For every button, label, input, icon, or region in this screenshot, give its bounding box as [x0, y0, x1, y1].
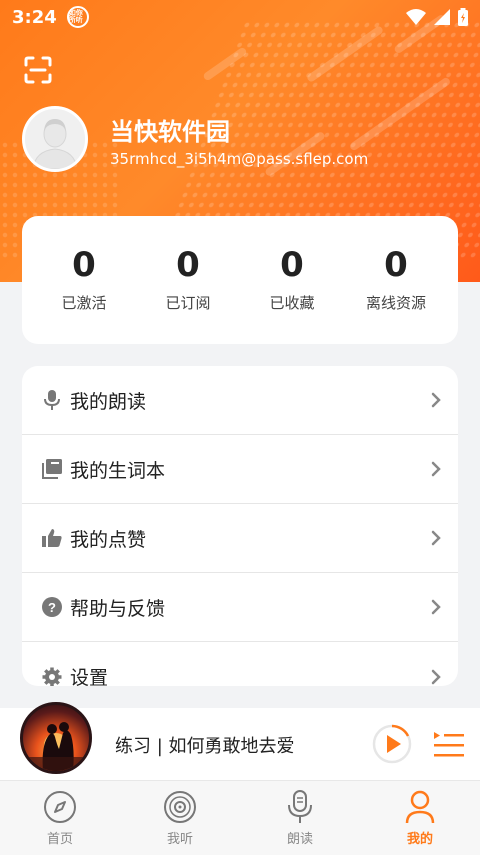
stat-value: 0 [176, 244, 200, 285]
chevron-right-icon [431, 392, 441, 408]
mini-player[interactable]: 练习 | 如何勇敢地去爱 [0, 702, 480, 780]
menu-item-label: 我的生词本 [70, 459, 166, 482]
tab-listen[interactable]: 我听 [120, 781, 240, 855]
menu-item-my-reading[interactable]: 我的朗读 [22, 366, 458, 435]
tab-label: 朗读 [286, 831, 313, 847]
book-icon [42, 459, 62, 479]
user-name[interactable]: 当快软件园 [110, 112, 230, 147]
person-icon [405, 790, 435, 823]
stat-offline[interactable]: 0 离线资源 [351, 248, 441, 313]
battery-icon [458, 8, 468, 26]
tab-home[interactable]: 首页 [0, 781, 120, 855]
scan-icon[interactable] [24, 56, 52, 84]
stats-card: 0 已激活 0 已订阅 0 已收藏 0 离线资源 [22, 216, 458, 344]
stat-label: 已收藏 [269, 293, 315, 312]
stat-label: 已订阅 [165, 293, 211, 312]
stat-value: 0 [384, 244, 408, 285]
playlist-icon[interactable] [432, 730, 464, 760]
chevron-right-icon [431, 599, 441, 615]
menu-item-label: 帮助与反馈 [70, 597, 166, 620]
tab-label: 我听 [166, 831, 193, 847]
tab-read-aloud[interactable]: 朗读 [240, 781, 360, 855]
menu-item-likes[interactable]: 我的点赞 [22, 504, 458, 573]
microphone-icon [42, 390, 62, 410]
bottom-tab-bar: 首页 我听 朗读 我的 [0, 780, 480, 855]
status-time: 3:24 [12, 6, 57, 28]
album-cover[interactable] [20, 702, 92, 774]
menu-card: 我的朗读 我的生词本 我的点赞 ? 帮助与反馈 设置 [22, 366, 458, 686]
signal-icon [434, 9, 450, 25]
thumbs-up-icon [42, 528, 62, 548]
now-playing-title[interactable]: 练习 | 如何勇敢地去爱 [115, 732, 295, 758]
svg-text:?: ? [48, 600, 56, 615]
chevron-right-icon [431, 669, 441, 684]
menu-item-vocabulary[interactable]: 我的生词本 [22, 435, 458, 504]
app-notification-icon: 如你所听 [66, 6, 89, 28]
play-icon[interactable] [372, 724, 412, 764]
microphone-icon [288, 789, 312, 823]
wifi-icon [406, 9, 426, 25]
help-icon: ? [42, 597, 62, 617]
stat-value: 0 [280, 244, 304, 285]
menu-item-label: 我的朗读 [70, 390, 147, 413]
stat-label: 已激活 [61, 293, 107, 312]
menu-item-label: 我的点赞 [70, 528, 147, 551]
menu-item-settings[interactable]: 设置 [22, 642, 458, 686]
stat-subscribed[interactable]: 0 已订阅 [143, 248, 233, 313]
couple-silhouette-image [23, 722, 89, 771]
stat-label: 离线资源 [365, 293, 426, 312]
user-email: 35rmhcd_3i5h4m@pass.sflep.com [110, 150, 369, 168]
menu-item-label: 设置 [70, 667, 109, 686]
stat-activated[interactable]: 0 已激活 [39, 248, 129, 313]
disc-icon [164, 790, 196, 823]
status-bar: 3:24 如你所听 [0, 0, 480, 34]
chevron-right-icon [431, 530, 441, 546]
stat-value: 0 [72, 244, 96, 285]
tab-label: 首页 [46, 831, 73, 847]
stat-favorites[interactable]: 0 已收藏 [247, 248, 337, 313]
tab-mine[interactable]: 我的 [360, 781, 480, 855]
avatar[interactable] [22, 106, 88, 172]
default-avatar-icon [25, 109, 85, 169]
chevron-right-icon [431, 461, 441, 477]
compass-icon [44, 790, 76, 823]
tab-label: 我的 [406, 831, 433, 847]
gear-icon [42, 667, 62, 686]
menu-item-help-feedback[interactable]: ? 帮助与反馈 [22, 573, 458, 642]
